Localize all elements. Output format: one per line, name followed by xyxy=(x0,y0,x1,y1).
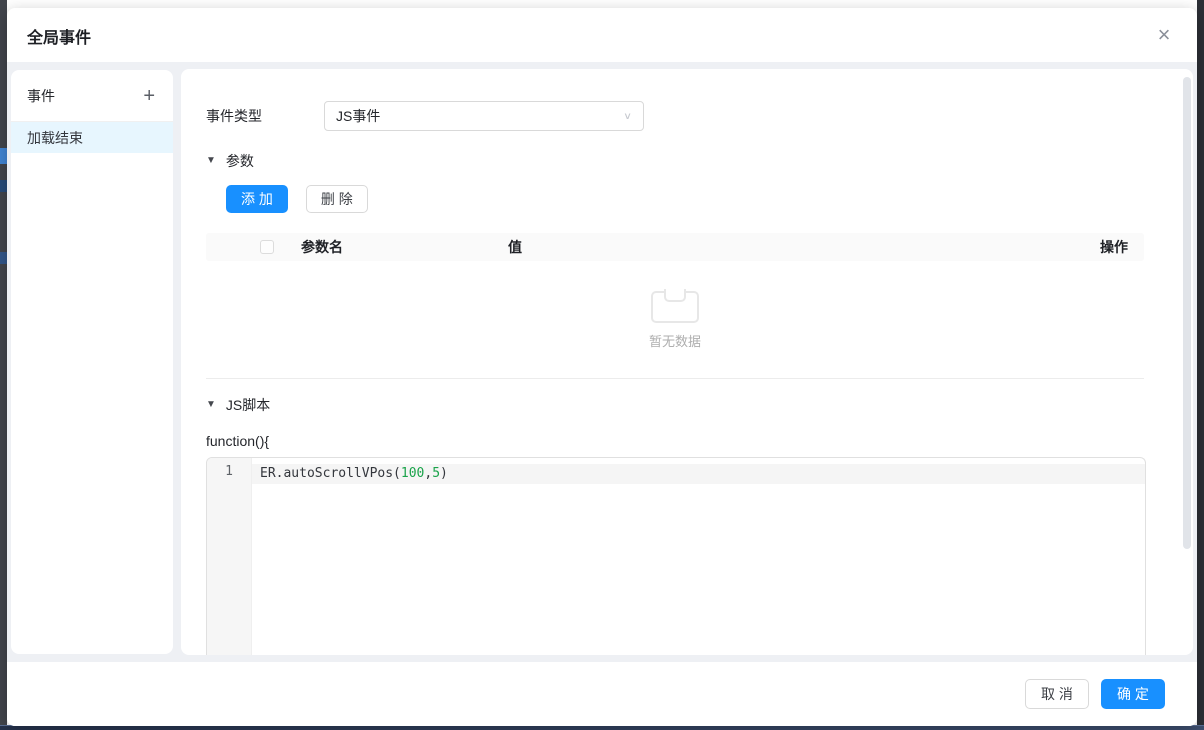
empty-box-icon xyxy=(650,289,700,325)
params-section-toggle[interactable]: ▼ 参数 xyxy=(206,151,1163,171)
add-event-icon[interactable]: + xyxy=(143,86,155,106)
sidebar-header: 事件 + xyxy=(11,70,173,122)
line-number: 1 xyxy=(207,464,251,479)
global-events-dialog: 全局事件 × 事件 + 加载结束 事件类型 JS事件 ∨ ▼ 参数 xyxy=(7,8,1197,726)
params-table-header: 参数名 值 操作 xyxy=(206,233,1144,261)
events-sidebar: 事件 + 加载结束 xyxy=(11,70,173,654)
function-wrapper-label: function(){ xyxy=(206,433,1163,449)
dialog-footer: 取 消 确 定 xyxy=(7,662,1197,726)
background-app-edge-right xyxy=(1197,0,1204,730)
cancel-button[interactable]: 取 消 xyxy=(1025,679,1089,709)
caret-down-icon: ▼ xyxy=(206,400,216,410)
caret-down-icon: ▼ xyxy=(206,156,216,166)
params-section-title: 参数 xyxy=(226,151,254,171)
dialog-body: 事件 + 加载结束 事件类型 JS事件 ∨ ▼ 参数 添 加 删 除 xyxy=(7,62,1197,662)
background-app-edge-left xyxy=(0,0,7,730)
empty-state: 暂无数据 xyxy=(206,261,1144,376)
editor-gutter: 1 xyxy=(207,458,252,655)
code-number-token: 5 xyxy=(432,466,440,481)
js-code-editor[interactable]: 1 ER.autoScrollVPos(100,5) xyxy=(206,457,1146,655)
script-section-title: JS脚本 xyxy=(226,395,270,415)
background-icon-fragment xyxy=(0,180,7,192)
close-icon[interactable]: × xyxy=(1151,22,1177,48)
editor-code-area[interactable]: ER.autoScrollVPos(100,5) xyxy=(252,458,1145,655)
add-param-button[interactable]: 添 加 xyxy=(226,185,288,213)
params-table: 参数名 值 操作 暂无数据 xyxy=(206,233,1144,376)
sidebar-title: 事件 xyxy=(27,86,55,106)
code-line-1: ER.autoScrollVPos(100,5) xyxy=(252,464,1145,484)
event-type-select[interactable]: JS事件 ∨ xyxy=(324,101,644,131)
sidebar-item-load-end[interactable]: 加载结束 xyxy=(11,122,173,153)
event-type-label: 事件类型 xyxy=(206,106,324,126)
section-divider xyxy=(206,378,1144,379)
sidebar-item-label: 加载结束 xyxy=(27,128,83,148)
event-detail-panel: 事件类型 JS事件 ∨ ▼ 参数 添 加 删 除 参数名 xyxy=(181,69,1193,655)
event-type-value: JS事件 xyxy=(336,106,380,126)
confirm-button[interactable]: 确 定 xyxy=(1101,679,1165,709)
event-type-row: 事件类型 JS事件 ∨ xyxy=(206,101,1163,131)
column-operation: 操作 xyxy=(1074,237,1144,257)
background-icon-fragment xyxy=(0,148,7,164)
select-all-checkbox[interactable] xyxy=(260,240,274,254)
dialog-title: 全局事件 xyxy=(27,24,91,48)
empty-box-flap xyxy=(664,289,686,302)
vertical-scrollbar[interactable] xyxy=(1183,77,1191,549)
params-toolbar: 添 加 删 除 xyxy=(226,185,1163,213)
code-token: ) xyxy=(440,466,448,481)
column-value: 值 xyxy=(508,237,1074,257)
background-icon-fragment xyxy=(0,252,7,264)
script-section-toggle[interactable]: ▼ JS脚本 xyxy=(206,395,1163,415)
dialog-header: 全局事件 × xyxy=(7,8,1197,62)
header-checkbox-cell xyxy=(206,240,301,254)
delete-param-button[interactable]: 删 除 xyxy=(306,185,368,213)
empty-text: 暂无数据 xyxy=(649,331,701,350)
code-number-token: 100 xyxy=(401,466,424,481)
column-param-name: 参数名 xyxy=(301,237,508,257)
chevron-down-icon: ∨ xyxy=(623,110,632,121)
code-token: ER.autoScrollVPos( xyxy=(260,466,401,481)
